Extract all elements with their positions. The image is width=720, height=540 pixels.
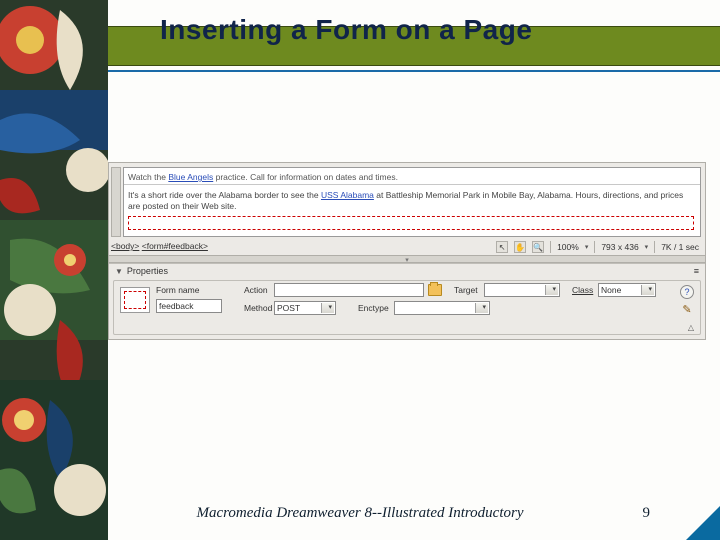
dreamweaver-screenshot: Watch the Blue Angels practice. Call for… (108, 162, 706, 340)
class-select[interactable]: None (598, 283, 656, 297)
properties-panel: ▼ Properties ≡ Form name feedback Action… (109, 263, 705, 339)
text-fragment: practice. Call for information on dates … (213, 172, 398, 182)
action-label: Action (244, 285, 268, 295)
pointer-tool-icon[interactable]: ↖ (496, 241, 508, 253)
separator (654, 241, 655, 253)
page-number: 9 (643, 505, 651, 522)
tag-form[interactable]: <form#feedback> (142, 241, 208, 251)
form-name-input[interactable]: feedback (156, 299, 222, 313)
hand-tool-icon[interactable]: ✋ (514, 241, 526, 253)
class-label: Class (572, 285, 593, 295)
separator (550, 241, 551, 253)
tag-selector-path[interactable]: <body> <form#feedback> (111, 241, 208, 251)
text-fragment: Watch the (128, 172, 168, 182)
separator (594, 241, 595, 253)
target-select[interactable] (484, 283, 560, 297)
collapse-panel-icon[interactable]: △ (688, 323, 694, 332)
properties-body: Form name feedback Action Method POST En… (113, 280, 701, 335)
form-boundary-outline[interactable] (128, 216, 694, 230)
slide: Inserting a Form on a Page Watch the Blu… (0, 0, 720, 540)
method-label: Method (244, 303, 272, 313)
link-blue-angels[interactable]: Blue Angels (168, 172, 213, 182)
status-bar: ↖ ✋ 🔍 100% ▾ 793 x 436 ▾ 7K / 1 sec (496, 241, 699, 253)
panel-menu-icon[interactable]: ≡ (694, 266, 699, 276)
title-underline (108, 70, 720, 72)
enctype-label: Enctype (358, 303, 389, 313)
link-uss-alabama[interactable]: USS Alabama (321, 190, 374, 200)
target-label: Target (454, 285, 478, 295)
form-category-icon (120, 287, 150, 313)
action-input[interactable] (274, 283, 424, 297)
vertical-ruler (111, 167, 121, 237)
zoom-level[interactable]: 100% (557, 242, 579, 252)
painting-swatch (0, 0, 108, 540)
text-fragment: It's a short ride over the Alabama borde… (128, 190, 321, 200)
panel-title-label: Properties (127, 266, 168, 276)
quick-tag-editor-icon[interactable]: ✎ (680, 303, 694, 317)
slide-footer: Macromedia Dreamweaver 8--Illustrated In… (0, 505, 720, 522)
browse-folder-icon[interactable] (428, 284, 442, 296)
tag-body[interactable]: <body> (111, 241, 139, 251)
expand-arrow-icon[interactable]: ▼ (115, 267, 123, 276)
document-canvas[interactable]: Watch the Blue Angels practice. Call for… (123, 167, 701, 237)
chevron-down-icon[interactable]: ▾ (585, 243, 589, 251)
zoom-tool-icon[interactable]: 🔍 (532, 241, 544, 253)
corner-decoration (686, 506, 720, 540)
properties-panel-header[interactable]: ▼ Properties (115, 266, 168, 276)
enctype-select[interactable] (394, 301, 490, 315)
help-icon[interactable]: ? (680, 285, 694, 299)
page-size-estimate: 7K / 1 sec (661, 242, 699, 252)
doc-text-line-2: It's a short ride over the Alabama borde… (128, 190, 696, 212)
decorative-sidebar-art (0, 0, 108, 540)
doc-text-line-1: Watch the Blue Angels practice. Call for… (128, 172, 398, 182)
method-select[interactable]: POST (274, 301, 336, 315)
window-dimensions[interactable]: 793 x 436 (601, 242, 638, 252)
chevron-down-icon[interactable]: ▾ (645, 243, 649, 251)
form-name-label: Form name (156, 285, 199, 295)
panel-resize-grip[interactable] (109, 255, 705, 263)
slide-title: Inserting a Form on a Page (160, 14, 532, 46)
horizontal-rule (124, 184, 700, 185)
